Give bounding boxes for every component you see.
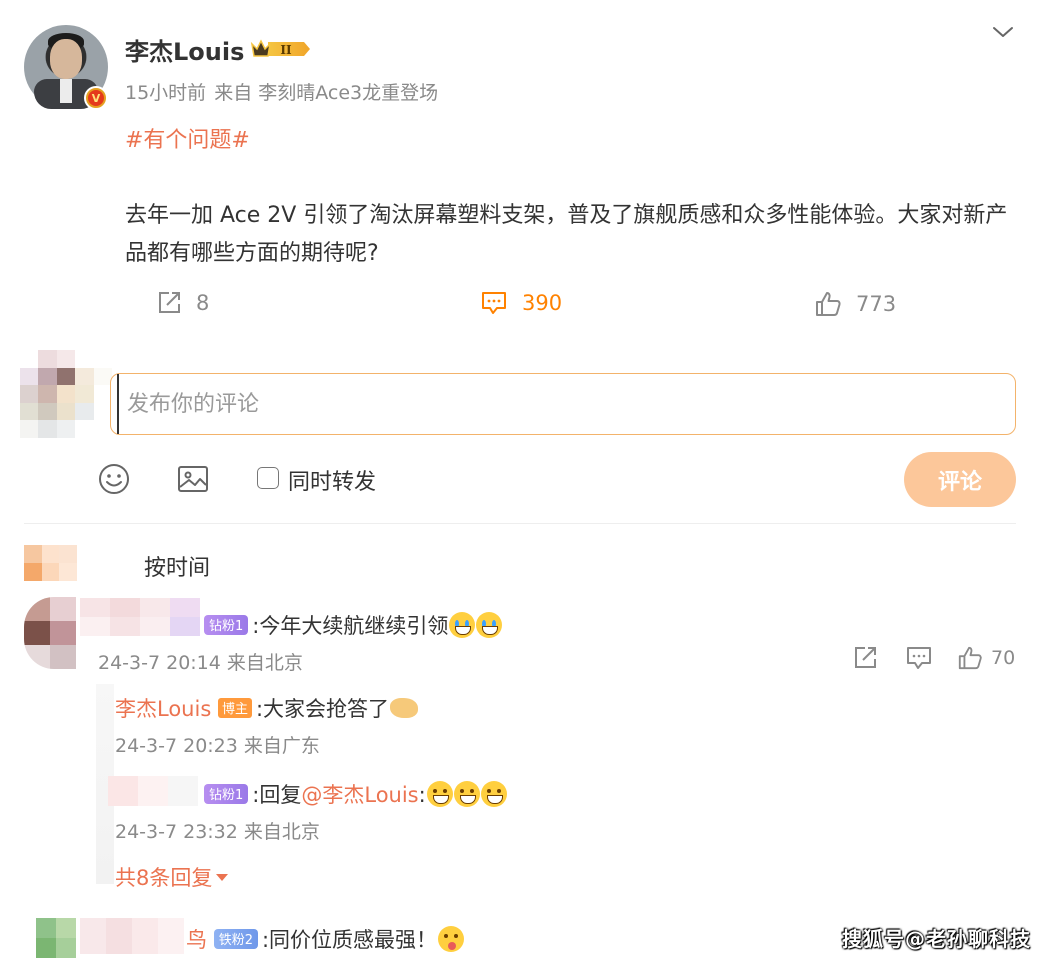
emoji-icon[interactable]: [97, 462, 131, 496]
comment-input-box[interactable]: [110, 373, 1016, 435]
post-meta: 15小时前 来自 李刻晴Ace3龙重登场: [125, 78, 446, 105]
reply-prefix: :回复: [252, 783, 302, 807]
commenter-name-blurred[interactable]: [80, 598, 200, 636]
like-icon: [816, 292, 841, 316]
post-body: 去年一加 Ace 2V 引领了淘汰屏幕塑料支架，普及了旗舰质感和众多性能体验。大…: [125, 203, 1008, 266]
fan-badge: 钻粉1: [204, 614, 249, 635]
comment-text: :同价位质感最强！: [261, 928, 438, 952]
level-crown-icon: II: [250, 39, 310, 57]
reply-suffix: :: [418, 783, 426, 807]
comment-like-button[interactable]: 70: [957, 645, 1015, 671]
post-source: 来自 李刻晴Ace3龙重登场: [214, 82, 439, 104]
reply-content: 李杰Louis 博主:大家会抢答了: [115, 693, 419, 723]
grin-emoji-icon: [426, 781, 453, 807]
share-icon: [159, 292, 180, 313]
comment-icon: [482, 292, 506, 314]
comment-button[interactable]: 390: [480, 290, 562, 316]
watermark: 搜狐号@老孙聊科技: [842, 927, 1031, 951]
chevron-down-icon[interactable]: [990, 22, 1016, 42]
submit-comment-button[interactable]: 评论: [904, 452, 1016, 507]
reply-author-name[interactable]: 李杰Louis: [115, 697, 211, 721]
commenter-avatar-blurred[interactable]: [24, 597, 76, 669]
level-badge-text: II: [280, 43, 292, 57]
comment-input[interactable]: [117, 374, 997, 434]
post-topic-link[interactable]: #有个问题#: [125, 122, 250, 154]
grin-emoji-icon: [453, 781, 480, 807]
author-name[interactable]: 李杰Louis: [125, 32, 244, 67]
grin-emoji-icon: [480, 781, 507, 807]
comment-content: 鸟 铁粉2:同价位质感最强！: [186, 924, 465, 954]
crying-emoji-icon: [449, 612, 476, 638]
mention-link[interactable]: @李杰Louis: [301, 783, 418, 807]
fan-badge: 钻粉1: [204, 783, 249, 804]
commenter-avatar-blurred[interactable]: [36, 918, 76, 958]
more-replies-link[interactable]: 共8条回复: [115, 862, 229, 892]
commenter-name-blurred[interactable]: [80, 918, 184, 954]
owner-badge: 博主: [217, 697, 252, 718]
repost-button[interactable]: 8: [156, 290, 209, 316]
comment-reply-button[interactable]: [905, 645, 933, 671]
thinking-emoji-icon: [438, 926, 465, 952]
handshake-emoji-icon: [390, 698, 419, 718]
comment-like-count: 70: [991, 647, 1016, 669]
fan-badge: 铁粉2: [213, 928, 258, 949]
comment-meta: 24-3-7 20:14 来自北京: [98, 652, 303, 674]
current-user-avatar-blurred: [20, 350, 112, 438]
share-icon: [855, 647, 876, 668]
like-icon: [958, 646, 982, 670]
sort-tab-blurred[interactable]: [24, 545, 94, 581]
more-replies-label: 共8条回复: [115, 866, 213, 890]
like-button[interactable]: 773: [814, 290, 896, 318]
repost-checkbox-label[interactable]: 同时转发: [288, 464, 376, 496]
comment-icon: [907, 647, 931, 669]
like-count: 773: [856, 292, 897, 316]
reply-author-name-blurred[interactable]: [108, 776, 198, 806]
repost-checkbox[interactable]: [257, 467, 279, 489]
sort-by-time-tab[interactable]: 按时间: [144, 550, 210, 582]
post-time[interactable]: 15小时前: [125, 82, 206, 104]
reply-meta: 24-3-7 20:23 来自广东: [115, 735, 320, 757]
comment-share-button[interactable]: [852, 645, 878, 671]
divider: [24, 523, 1016, 524]
image-icon[interactable]: [176, 462, 210, 496]
comment-text: :今年大续航继续引领: [252, 614, 449, 638]
verified-badge-icon: V: [84, 86, 108, 110]
reply-meta: 24-3-7 23:32 来自北京: [115, 821, 320, 843]
crying-emoji-icon: [476, 612, 503, 638]
commenter-name-tail[interactable]: 鸟: [186, 928, 207, 952]
caret-down-icon: [216, 874, 229, 881]
comment-count: 390: [522, 291, 563, 315]
reply-text: :大家会抢答了: [255, 697, 390, 721]
reply-content: 钻粉1:回复@李杰Louis:: [204, 779, 507, 809]
comment-content: 钻粉1:今年大续航继续引领: [204, 610, 503, 640]
repost-count: 8: [196, 291, 210, 315]
